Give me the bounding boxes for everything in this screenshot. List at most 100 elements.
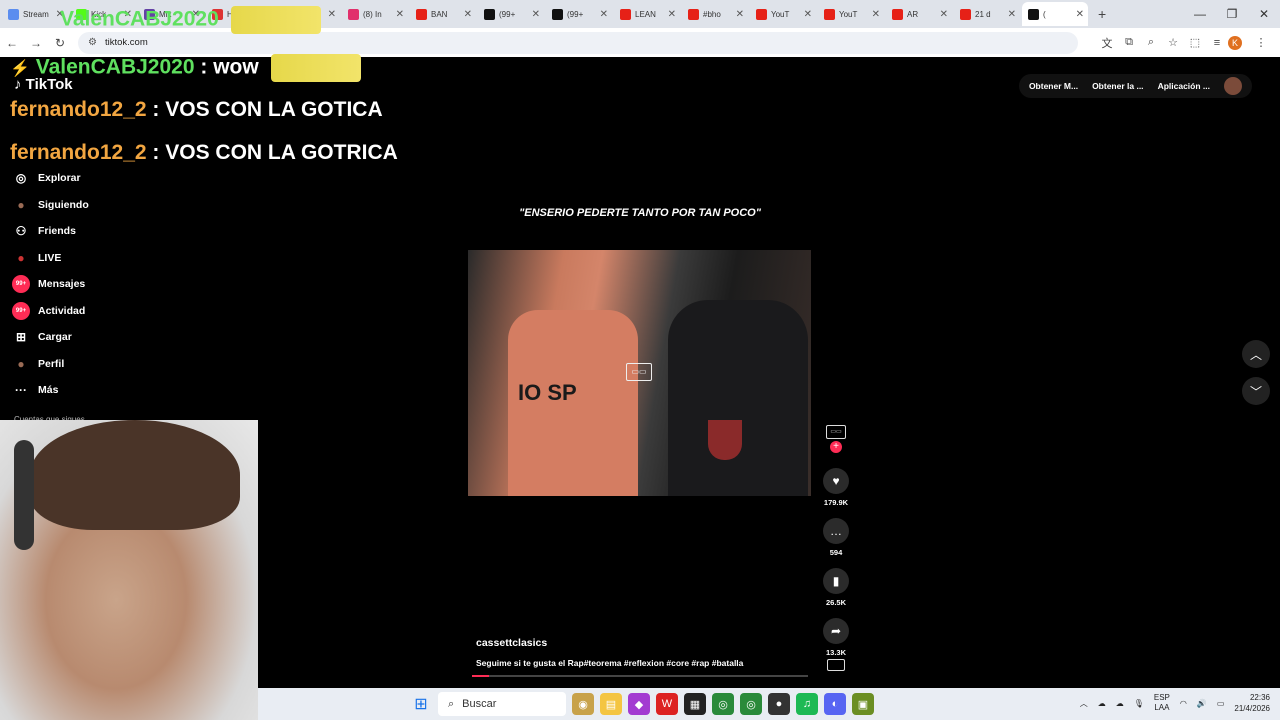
browser-tab[interactable]: #bho ✕ [682, 2, 748, 26]
tab-close-icon[interactable]: ✕ [464, 9, 472, 20]
tab-close-icon[interactable]: ✕ [940, 9, 948, 20]
tab-close-icon[interactable]: ✕ [532, 9, 540, 20]
tab-close-icon[interactable]: ✕ [600, 9, 608, 20]
sidebar-item-explorar[interactable]: ◎ Explorar [12, 165, 212, 192]
follow-plus-icon[interactable]: + [830, 441, 842, 453]
discord-icon[interactable]: ◐ [824, 693, 846, 715]
tab-label: #bho [703, 9, 721, 19]
close-window-icon[interactable]: ✕ [1248, 0, 1280, 28]
bookmark-icon[interactable]: ▮ [823, 568, 849, 594]
clock[interactable]: 22:36 21/4/2026 [1234, 692, 1270, 714]
bookmark-star-icon[interactable]: ☆ [1162, 36, 1184, 49]
game-icon[interactable]: ▣ [852, 693, 874, 715]
tab-close-icon[interactable]: ✕ [1008, 9, 1016, 20]
browser-tab[interactable]: (✕ [1022, 2, 1088, 26]
get-app-button[interactable]: Obtener la ... [1092, 81, 1144, 91]
browser-tab[interactable]: (8) In ✕ [342, 2, 408, 26]
date: 21/4/2026 [1234, 704, 1270, 713]
minimize-icon[interactable]: — [1184, 0, 1216, 28]
obs-icon[interactable]: ● [768, 693, 790, 715]
browser-tab[interactable]: LEAN ✕ [614, 2, 680, 26]
sidebar-item-actividad[interactable]: 99+ Actividad [12, 298, 212, 325]
video-crest [708, 420, 742, 460]
next-video-chevron-down-icon[interactable]: ﹀ [1242, 377, 1270, 405]
like-heart-icon[interactable]: ♥ [823, 468, 849, 494]
browser-tab[interactable]: BAN ✕ [410, 2, 476, 26]
store-icon[interactable]: ▦ [684, 693, 706, 715]
get-coins-button[interactable]: Obtener M... [1029, 81, 1078, 91]
user-avatar[interactable] [1224, 77, 1242, 95]
cast-icon[interactable]: ⧉ [1118, 36, 1140, 49]
browser-tab[interactable]: YouT ✕ [818, 2, 884, 26]
tab-close-icon[interactable]: ✕ [1076, 9, 1084, 20]
reload-icon[interactable]: ↻ [48, 36, 72, 50]
taskbar-search[interactable]: ⌕ Buscar [438, 692, 566, 716]
new-tab-icon[interactable]: + [1098, 6, 1106, 22]
browser-tab[interactable]: (99+ ✕ [478, 2, 544, 26]
spotify-icon[interactable]: ♫ [796, 693, 818, 715]
file-explorer-icon[interactable]: ▤ [600, 693, 622, 715]
browser-tab[interactable]: 21 d ✕ [954, 2, 1020, 26]
chat-message: : VOS CON LA GOTRICA [152, 141, 398, 164]
sidebar-item-perfil[interactable]: ● Perfil [12, 351, 212, 378]
menu-icon[interactable]: ⋮ [1250, 36, 1272, 49]
profile-avatar-icon[interactable]: K [1228, 35, 1250, 50]
comment-count: 594 [829, 548, 843, 557]
sidebar-item-mensajes[interactable]: 99+ Mensajes [12, 271, 212, 298]
battery-icon[interactable]: ▭ [1217, 699, 1225, 708]
wps-icon[interactable]: W [656, 693, 678, 715]
url-field[interactable]: ⚙ tiktok.com [78, 31, 1078, 54]
browser-tab[interactable]: Stream ✕ [2, 2, 68, 26]
restore-icon[interactable]: ❐ [1216, 0, 1248, 28]
sidebar-item-más[interactable]: ··· Más [12, 377, 212, 404]
chat-line: fernando12_2 : VOS CON LA GOTRICA [10, 141, 398, 165]
media-icon[interactable]: ≡ [1206, 37, 1228, 49]
tab-close-icon[interactable]: ✕ [872, 9, 880, 20]
wifi-icon[interactable]: ◠ [1180, 699, 1187, 708]
video-author[interactable]: cassettclasics [476, 637, 547, 649]
creator-avatar[interactable]: ▭▭ [826, 425, 846, 439]
tray-chevron-up-icon[interactable]: ︿ [1080, 698, 1088, 709]
tab-close-icon[interactable]: ✕ [736, 9, 744, 20]
forward-icon[interactable]: → [24, 36, 48, 50]
tab-close-icon[interactable]: ✕ [804, 9, 812, 20]
sidebar-item-live[interactable]: ● LIVE [12, 245, 212, 272]
time: 22:36 [1249, 693, 1270, 702]
site-info-icon[interactable]: ⚙ [88, 37, 97, 48]
tab-close-icon[interactable]: ✕ [396, 9, 404, 20]
sidebar-item-cargar[interactable]: ⊞ Cargar [12, 324, 212, 351]
video-description: Seguime si te gusta el Rap#teorema #refl… [476, 658, 744, 668]
tab-close-icon[interactable]: ✕ [328, 9, 336, 20]
volume-icon[interactable]: 🔊 [1197, 699, 1207, 708]
language-indicator[interactable]: ESP LAA [1154, 693, 1170, 713]
tab-favicon-icon [484, 8, 495, 20]
share-icon[interactable]: ➦ [823, 618, 849, 644]
office-icon[interactable]: ◆ [628, 693, 650, 715]
onedrive-icon[interactable]: ☁ [1098, 699, 1106, 708]
extensions-icon[interactable]: ⬚ [1184, 36, 1206, 49]
sidebar-item-friends[interactable]: ⚇ Friends [12, 218, 212, 245]
music-disc-icon[interactable] [827, 659, 845, 671]
translate-icon[interactable]: 文 [1096, 35, 1118, 51]
search-icon: ⌕ [448, 697, 455, 710]
tab-label: YouT [839, 9, 858, 19]
chrome-icon[interactable]: ◎ [712, 693, 734, 715]
browser-tab[interactable]: YouT ✕ [750, 2, 816, 26]
browser-tab[interactable]: (99+ ✕ [546, 2, 612, 26]
video-progress-fill [472, 675, 489, 677]
tab-close-icon[interactable]: ✕ [668, 9, 676, 20]
video-progress-bar[interactable] [472, 675, 808, 677]
windows-start-icon[interactable]: ⊞ [410, 693, 432, 715]
back-icon[interactable]: ← [0, 36, 24, 50]
previous-video-chevron-up-icon[interactable]: ︿ [1242, 340, 1270, 368]
chrome-active-icon[interactable]: ◎ [740, 693, 762, 715]
browser-tab[interactable]: AR ✕ [886, 2, 952, 26]
tab-favicon-icon [552, 8, 563, 20]
tab-favicon-icon [8, 8, 19, 20]
zoom-icon[interactable]: ⌕ [1140, 36, 1162, 49]
mic-icon[interactable]: 🎙 [1134, 699, 1144, 708]
desktop-app-button[interactable]: Aplicación ... [1158, 81, 1210, 91]
cloud-icon[interactable]: ☁ [1116, 699, 1124, 708]
widget-icon[interactable]: ◉ [572, 693, 594, 715]
comment-icon[interactable]: … [823, 518, 849, 544]
